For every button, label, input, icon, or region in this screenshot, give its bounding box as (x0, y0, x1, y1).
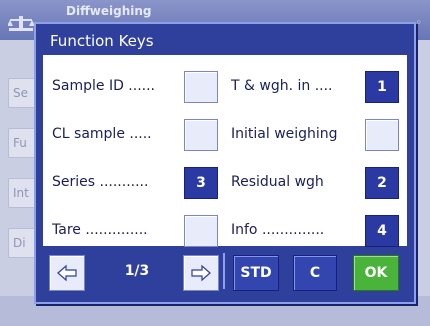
function-label: Residual wgh (231, 174, 324, 190)
balance-icon (8, 16, 34, 31)
function-label: Sample ID ...... (52, 78, 156, 94)
dialog-body: Sample ID ...... CL sample ..... Series … (43, 55, 407, 247)
previous-page-button[interactable] (49, 255, 85, 291)
function-label: Info .............. (231, 222, 325, 238)
background-title: Diffweighing (66, 4, 152, 18)
dialog-title: Function Keys (50, 32, 154, 50)
function-row-initial-weighing: Initial weighing (231, 119, 403, 151)
function-label: Initial weighing (231, 126, 338, 142)
background-status-dots: ◦ (415, 16, 423, 29)
function-label: Tare .............. (52, 222, 148, 238)
function-key-residual-weight[interactable]: 2 (365, 167, 399, 199)
cancel-button[interactable]: C (293, 255, 337, 291)
function-row-info: Info .............. 4 (231, 215, 403, 247)
function-key-initial-weighing[interactable] (365, 119, 399, 151)
std-button[interactable]: STD (233, 255, 279, 291)
function-label: CL sample ..... (52, 126, 152, 142)
footer-divider (223, 253, 225, 289)
dialog-footer: 1/3 STD C OK (43, 253, 407, 295)
function-key-tare[interactable] (184, 215, 218, 247)
function-key-tare-and-weigh-in[interactable]: 1 (365, 71, 399, 103)
function-row-tare-and-weigh-in: T & wgh. in .... 1 (231, 71, 403, 103)
function-key-sample-id[interactable] (184, 71, 218, 103)
arrow-left-icon (57, 264, 77, 282)
ok-button[interactable]: OK (353, 255, 399, 291)
function-label: T & wgh. in .... (231, 78, 333, 94)
function-key-cl-sample[interactable] (184, 119, 218, 151)
page-indicator: 1/3 (124, 263, 150, 279)
function-row-series: Series ........... 3 (52, 167, 222, 199)
function-row-sample-id: Sample ID ...... (52, 71, 222, 103)
function-keys-dialog: Function Keys Sample ID ...... CL sample… (34, 22, 416, 304)
next-page-button[interactable] (183, 255, 219, 291)
function-row-cl-sample: CL sample ..... (52, 119, 222, 151)
function-row-residual-weight: Residual wgh 2 (231, 167, 403, 199)
function-row-tare: Tare .............. (52, 215, 222, 247)
arrow-right-icon (191, 264, 211, 282)
function-key-series[interactable]: 3 (184, 167, 218, 199)
function-key-info[interactable]: 4 (365, 215, 399, 247)
function-label: Series ........... (52, 174, 149, 190)
